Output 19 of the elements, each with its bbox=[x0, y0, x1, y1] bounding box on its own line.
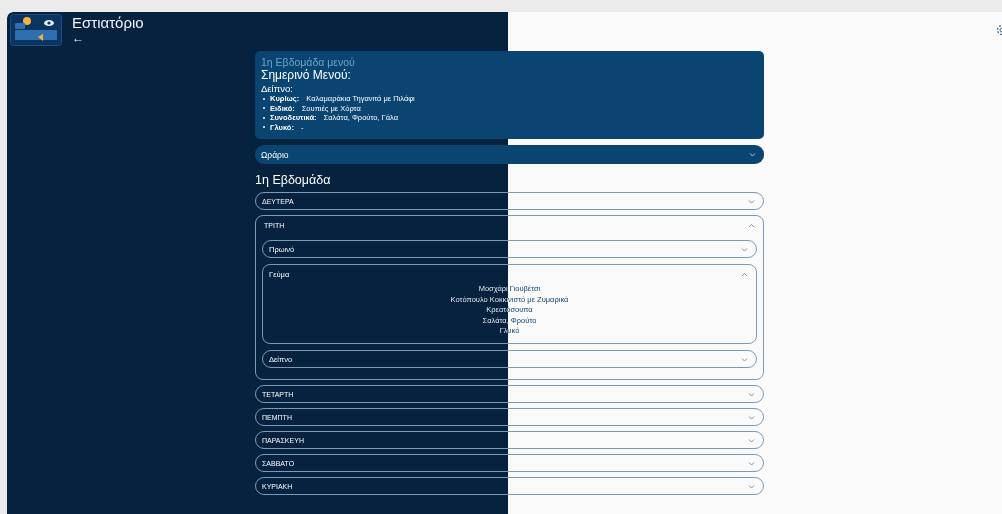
chevron-down-icon bbox=[748, 198, 755, 204]
chevron-down-icon bbox=[741, 356, 748, 362]
chevron-down-icon bbox=[748, 391, 755, 397]
week-label: 1η Εβδομάδα μενού bbox=[261, 56, 356, 68]
chevron-down-icon bbox=[748, 437, 755, 443]
menu-heading: Σημερινό Μενού: bbox=[261, 68, 352, 83]
back-button[interactable]: ← bbox=[72, 32, 84, 45]
week-heading: 1η Εβδομάδα bbox=[255, 173, 332, 188]
schedule-accordion[interactable]: Ωράριο bbox=[255, 145, 764, 164]
page-title: Εστιατόριο bbox=[72, 14, 144, 32]
chevron-down-icon bbox=[749, 152, 756, 157]
chevron-down-icon bbox=[748, 460, 755, 466]
chevron-up-icon bbox=[741, 271, 748, 277]
chevron-down-icon bbox=[748, 483, 755, 489]
logo-icon bbox=[10, 14, 62, 46]
chevron-down-icon bbox=[741, 246, 748, 252]
meal-title: Δείπνο: bbox=[261, 83, 294, 94]
chevron-down-icon bbox=[748, 414, 755, 420]
chevron-up-icon bbox=[748, 222, 755, 228]
